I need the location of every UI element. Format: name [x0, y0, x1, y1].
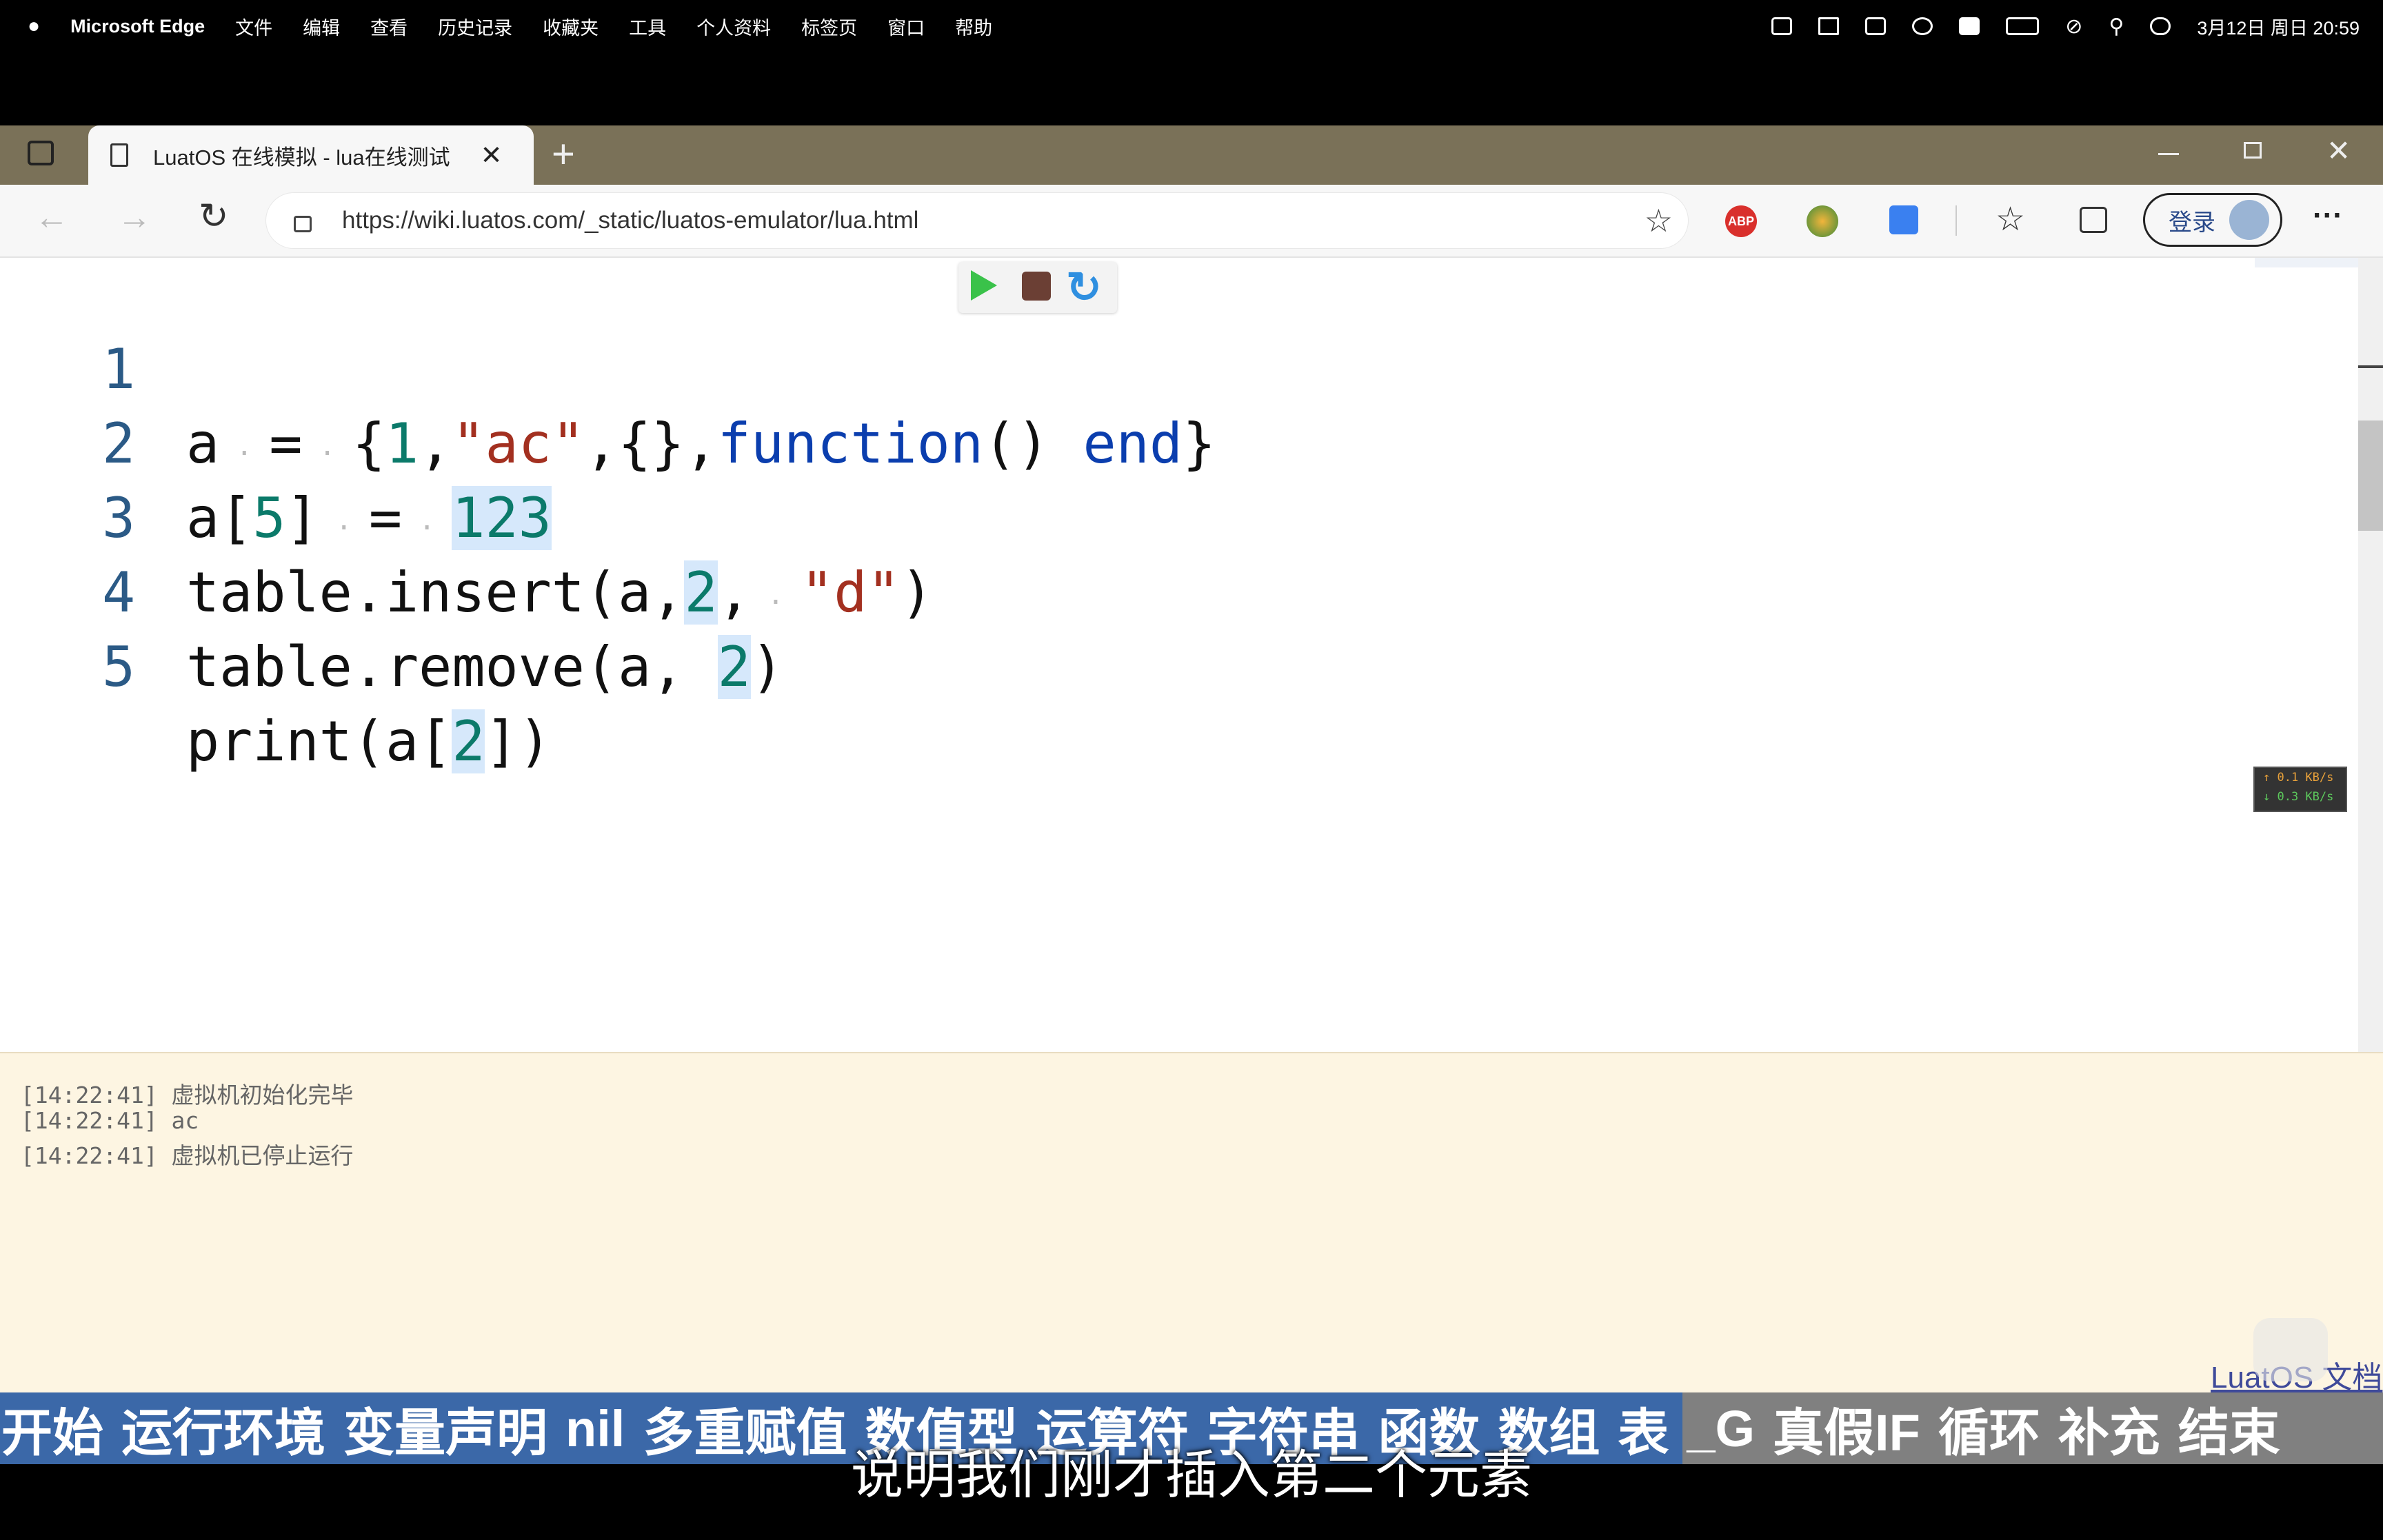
address-bar[interactable]: https://wiki.luatos.com/_static/luatos-e…: [266, 193, 1688, 248]
new-tab-button[interactable]: +: [552, 131, 575, 177]
scrollbar-marker: [2358, 365, 2383, 368]
code-line-5[interactable]: 5 print(a[2]): [0, 556, 2344, 773]
menu-history[interactable]: 历史记录: [438, 13, 512, 40]
wifi-off-icon[interactable]: ⊘: [2065, 14, 2082, 39]
signin-button[interactable]: 登录: [2143, 193, 2282, 247]
menu-profile[interactable]: 个人资料: [696, 13, 771, 40]
add-favorite-icon[interactable]: ☆: [1645, 202, 1673, 239]
code-line-2[interactable]: 2 a[5] · = · 123: [0, 332, 2344, 550]
video-subtitle: 说明我们刚才插入第二个元素: [851, 1446, 1532, 1505]
tab-actions-icon[interactable]: [28, 141, 54, 165]
apple-icon[interactable]: ●: [28, 14, 40, 38]
bookmark-status-icon[interactable]: [1818, 17, 1840, 35]
app-name-menu[interactable]: Microsoft Edge: [70, 16, 205, 37]
status-app-icon[interactable]: [1771, 17, 1793, 35]
restore-icon[interactable]: [2244, 142, 2262, 159]
close-tab-icon[interactable]: ✕: [481, 140, 503, 171]
log-line: [14:22:41] 虚拟机初始化完毕: [21, 1082, 354, 1108]
scrollbar-thumb[interactable]: [2358, 421, 2383, 531]
menu-file[interactable]: 文件: [235, 13, 272, 40]
tab-title: LuatOS 在线模拟 - lua在线测试: [153, 145, 450, 170]
menu-favorites[interactable]: 收藏夹: [543, 13, 599, 40]
page-icon: [110, 143, 128, 167]
line-number: 5: [102, 635, 136, 699]
tab-luatos-emulator[interactable]: LuatOS 在线模拟 - lua在线测试 ✕: [88, 125, 534, 185]
bilibili-watermark-icon: [2253, 1318, 2328, 1381]
stop-icon[interactable]: [1022, 272, 1051, 301]
spotlight-search-icon[interactable]: ⚲: [2109, 14, 2124, 39]
signin-label: 登录: [2169, 209, 2215, 236]
menu-view[interactable]: 查看: [370, 13, 408, 40]
network-speed-widget: ↑ 0.1 KB/s ↓ 0.3 KB/s: [2253, 767, 2347, 812]
mac-menubar: ● Microsoft Edge 文件 编辑 查看 历史记录 收藏夹 工具 个人…: [0, 0, 2383, 52]
upload-speed: ↑ 0.1 KB/s: [2263, 771, 2334, 784]
download-speed: ↓ 0.3 KB/s: [2263, 790, 2334, 804]
log-line: [14:22:41] 虚拟机已停止运行: [21, 1142, 354, 1169]
du-app-icon[interactable]: [1959, 17, 1980, 35]
extension-translate-icon[interactable]: [1889, 205, 1918, 234]
collections-icon[interactable]: [2080, 207, 2107, 233]
clapper-icon[interactable]: [1865, 17, 1887, 35]
window-close-icon[interactable]: ✕: [2326, 134, 2351, 168]
menu-tabs[interactable]: 标签页: [801, 13, 857, 40]
menubar-datetime[interactable]: 3月12日 周日 20:59: [2197, 13, 2360, 40]
forward-icon[interactable]: →: [117, 197, 152, 237]
menu-help[interactable]: 帮助: [955, 13, 992, 40]
code-line-1[interactable]: 1 a · = · {1,"ac",{},function() end}: [0, 258, 2344, 476]
more-menu-icon[interactable]: ···: [2313, 199, 2343, 233]
minimap[interactable]: [2255, 258, 2358, 267]
menu-edit[interactable]: 编辑: [303, 13, 340, 40]
code-editor[interactable]: 1 a · = · {1,"ac",{},function() end} 2 a…: [0, 258, 2358, 1052]
minimize-icon[interactable]: [2158, 153, 2179, 155]
battery-icon[interactable]: [2006, 17, 2040, 35]
url-text[interactable]: https://wiki.luatos.com/_static/luatos-e…: [342, 207, 918, 234]
run-icon[interactable]: [971, 270, 997, 301]
code-line-4[interactable]: 4 table.remove(a, 2): [0, 481, 2344, 699]
back-icon[interactable]: ←: [34, 197, 69, 237]
reload-vm-icon[interactable]: ↻: [1066, 262, 1102, 312]
log-line: [14:22:41] ac: [21, 1107, 199, 1134]
editor-scrollbar[interactable]: [2358, 258, 2383, 1052]
avatar: [2229, 200, 2269, 240]
refresh-icon[interactable]: ↻: [199, 196, 229, 237]
extension-globe-icon[interactable]: [1807, 205, 1838, 237]
play-circle-icon[interactable]: [1912, 17, 1933, 35]
menu-tools[interactable]: 工具: [629, 13, 666, 40]
favorites-icon[interactable]: ☆: [1995, 200, 2025, 239]
control-center-icon[interactable]: [2150, 17, 2171, 35]
output-console[interactable]: [14:22:41] 虚拟机初始化完毕 [14:22:41] ac [14:22…: [0, 1052, 2383, 1394]
lock-icon[interactable]: [294, 216, 312, 232]
toolbar-divider: [1955, 205, 1957, 236]
code-line-3[interactable]: 3 table.insert(a,2, · "d"): [0, 407, 2344, 625]
menu-window[interactable]: 窗口: [887, 13, 925, 40]
adblock-icon[interactable]: ABP: [1725, 205, 1757, 237]
